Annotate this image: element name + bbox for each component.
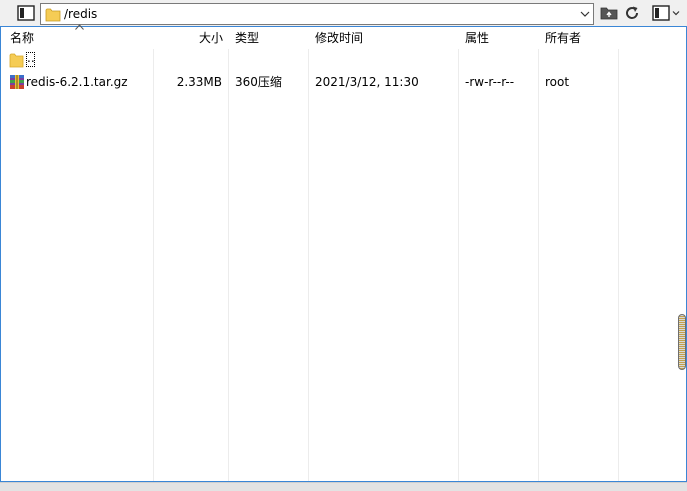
sort-ascending-icon xyxy=(75,24,84,30)
folder-icon xyxy=(45,8,61,22)
folder-up-icon xyxy=(600,7,618,20)
parent-folder-button[interactable] xyxy=(598,3,620,23)
path-input[interactable]: /redis xyxy=(40,3,594,25)
file-attributes: -rw-r--r-- xyxy=(465,75,515,89)
layout-view-icon xyxy=(652,5,670,21)
column-header-attributes[interactable]: 属性 xyxy=(465,31,489,45)
column-divider xyxy=(538,27,539,481)
toolbar: /redis xyxy=(0,0,687,27)
chevron-down-icon xyxy=(672,11,680,16)
column-header-size[interactable]: 大小 xyxy=(199,31,223,45)
file-name: redis-6.2.1.tar.gz xyxy=(26,75,128,89)
scrollbar-thumb[interactable] xyxy=(678,314,686,370)
column-divider xyxy=(228,27,229,481)
column-divider xyxy=(308,27,309,481)
file-name: .. xyxy=(26,51,35,67)
path-text: /redis xyxy=(64,7,98,21)
archive-icon xyxy=(10,75,24,89)
file-type: 360压缩 xyxy=(235,75,282,89)
file-list[interactable]: 名称 大小 类型 修改时间 属性 所有者 .. redis-6.2.1.tar.… xyxy=(0,24,687,482)
list-item-parent-folder[interactable]: .. xyxy=(1,50,686,70)
panel-toggle-icon xyxy=(17,5,35,21)
vertical-scrollbar[interactable] xyxy=(679,49,685,481)
file-modified: 2021/3/12, 11:30 xyxy=(315,75,419,89)
chevron-down-icon[interactable] xyxy=(579,9,591,19)
file-owner: root xyxy=(545,75,570,89)
list-item-file[interactable]: redis-6.2.1.tar.gz 2.33MB 360压缩 2021/3/1… xyxy=(1,72,686,92)
file-size: 2.33MB xyxy=(176,75,222,89)
column-header-name[interactable]: 名称 xyxy=(10,31,34,45)
file-browser-panel: /redis 名称 大小 类型 修改时间 属性 所有者 .. redis-6.2… xyxy=(0,0,687,491)
refresh-icon xyxy=(626,6,639,19)
view-options-button[interactable] xyxy=(651,3,681,23)
folder-icon xyxy=(9,53,24,68)
column-header-owner[interactable]: 所有者 xyxy=(545,31,581,45)
refresh-button[interactable] xyxy=(621,3,643,23)
toggle-tree-button[interactable] xyxy=(15,3,37,23)
column-header-type[interactable]: 类型 xyxy=(235,31,259,45)
column-header-modified[interactable]: 修改时间 xyxy=(315,31,363,45)
bottom-strip xyxy=(0,482,687,491)
column-divider xyxy=(618,27,619,481)
column-divider xyxy=(153,27,154,481)
column-header-row: 名称 大小 类型 修改时间 属性 所有者 xyxy=(1,24,686,49)
column-divider xyxy=(458,27,459,481)
